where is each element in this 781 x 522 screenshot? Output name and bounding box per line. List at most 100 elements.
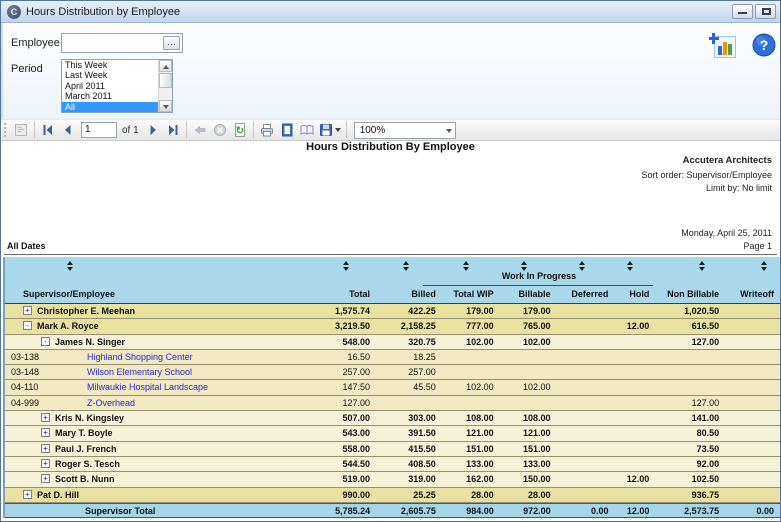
print-button[interactable] <box>257 121 277 139</box>
chevron-down-icon <box>446 129 452 133</box>
cell-writeoff <box>725 304 780 318</box>
project-link[interactable]: Wilson Elementary School <box>87 367 192 377</box>
cell-name: +Paul J. French <box>5 442 304 456</box>
table-header-band: Work In Progress Supervisor/Employee Tot… <box>5 257 780 304</box>
previous-page-button[interactable] <box>58 121 78 139</box>
project-code: 04-999 <box>5 396 87 410</box>
cell-name: 03-138Highland Shopping Center <box>5 350 304 364</box>
document-map-icon <box>13 122 29 138</box>
cell-non_billable: 936.75 <box>655 488 725 502</box>
sort-arrows-icon[interactable] <box>699 261 706 272</box>
col-billed: Billed <box>376 287 442 303</box>
period-option[interactable]: This Week <box>62 60 158 70</box>
separator <box>34 122 35 138</box>
page-setup-button[interactable] <box>297 121 317 139</box>
period-option[interactable]: March 2011 <box>62 91 158 101</box>
cell-billed: 422.25 <box>376 304 442 318</box>
period-option[interactable]: April 2011 <box>62 81 158 91</box>
expand-toggle-icon[interactable]: + <box>41 428 50 437</box>
cell-billed: 257.00 <box>376 365 442 379</box>
cell-billed <box>376 396 442 410</box>
minimize-icon <box>738 12 747 14</box>
cell-writeoff <box>725 411 780 425</box>
cell-total_wip: 28.00 <box>442 488 500 502</box>
employee-browse-button[interactable]: … <box>163 36 180 50</box>
expand-toggle-icon[interactable]: + <box>41 474 50 483</box>
cell-total_wip: 151.00 <box>442 442 500 456</box>
cell-writeoff <box>725 319 780 333</box>
sort-arrows-icon[interactable] <box>403 261 410 272</box>
refresh-button[interactable]: ↻ <box>230 121 250 139</box>
document-map-button[interactable] <box>11 121 31 139</box>
bar-chart-plus-icon <box>709 33 737 59</box>
cell-name: +Christopher E. Meehan <box>5 304 304 318</box>
chart-button[interactable] <box>709 33 737 64</box>
zoom-combobox[interactable]: 100% <box>354 122 456 139</box>
expand-toggle-icon[interactable]: + <box>41 459 50 468</box>
row-name: Mark A. Royce <box>37 321 99 331</box>
expand-toggle-icon[interactable]: + <box>23 306 32 315</box>
cell-total_wip <box>442 365 500 379</box>
employee-input[interactable] <box>64 36 162 50</box>
print-layout-button[interactable] <box>277 121 297 139</box>
row-name: Roger S. Tesch <box>55 459 120 469</box>
page-count-label: of 1 <box>122 125 139 136</box>
cell-non_billable <box>655 350 725 364</box>
expand-toggle-icon[interactable]: + <box>41 444 50 453</box>
cell-deferred <box>557 488 615 502</box>
cell-hold: 12.00 <box>614 472 655 486</box>
page-number-input[interactable]: 1 <box>81 122 117 138</box>
row-name: Kris N. Kingsley <box>55 413 124 423</box>
limit-by-label: Limit by: No limit <box>706 183 772 193</box>
export-button[interactable] <box>317 121 343 139</box>
cell-total: 544.50 <box>304 457 376 471</box>
parameter-panel: Employee … Period This WeekLast WeekApri… <box>1 23 780 119</box>
cell-non_billable: 73.50 <box>655 442 725 456</box>
period-option[interactable]: All <box>62 102 158 112</box>
scroll-down-icon[interactable] <box>159 100 172 112</box>
cell-hold <box>614 457 655 471</box>
scroll-thumb[interactable] <box>159 73 172 88</box>
last-page-button[interactable] <box>163 121 183 139</box>
minimize-button[interactable] <box>732 4 753 19</box>
period-option[interactable]: Last Week <box>62 70 158 80</box>
separator <box>186 122 187 138</box>
sort-arrows-icon[interactable] <box>67 261 74 272</box>
cell-non_billable: 2,573.75 <box>655 504 725 518</box>
wip-group-underline <box>423 285 653 286</box>
maximize-button[interactable] <box>755 4 776 19</box>
table-row: +Paul J. French558.00415.50151.00151.007… <box>5 442 780 457</box>
cell-total_wip <box>442 350 500 364</box>
expand-toggle-icon[interactable]: + <box>23 490 32 499</box>
report-title: Hours Distribution By Employee <box>1 141 780 153</box>
cell-non_billable: 92.00 <box>655 457 725 471</box>
cell-billed: 25.25 <box>376 488 442 502</box>
cell-billable: 28.00 <box>500 488 557 502</box>
first-page-button[interactable] <box>38 121 58 139</box>
period-scrollbar[interactable] <box>158 60 172 112</box>
sort-arrows-icon[interactable] <box>761 261 768 272</box>
project-link[interactable]: Z-Overhead <box>87 398 135 408</box>
maximize-icon <box>762 8 771 15</box>
employee-field-wrap: … <box>61 33 183 53</box>
project-link[interactable]: Highland Shopping Center <box>87 352 193 362</box>
sort-arrows-icon[interactable] <box>343 261 350 272</box>
stop-button[interactable] <box>210 121 230 139</box>
next-page-button[interactable] <box>143 121 163 139</box>
export-dropdown-icon <box>335 128 341 132</box>
cell-billed: 2,158.25 <box>376 319 442 333</box>
scroll-up-icon[interactable] <box>159 60 172 72</box>
wip-group-header: Work In Progress <box>425 271 653 281</box>
help-button[interactable]: ? <box>752 33 776 62</box>
collapse-toggle-icon[interactable]: - <box>23 321 32 330</box>
cell-non_billable: 80.50 <box>655 426 725 440</box>
cell-billable <box>500 365 557 379</box>
employee-label: Employee <box>11 37 60 49</box>
cell-billable: 972.00 <box>500 504 557 518</box>
project-link[interactable]: Milwaukie Hospital Landscape <box>87 382 208 392</box>
expand-toggle-icon[interactable]: + <box>41 413 50 422</box>
toolbar-grip[interactable] <box>4 123 8 137</box>
back-button[interactable] <box>190 121 210 139</box>
report-page: Hours Distribution By Employee Accutera … <box>1 141 780 521</box>
collapse-toggle-icon[interactable]: - <box>41 337 50 346</box>
